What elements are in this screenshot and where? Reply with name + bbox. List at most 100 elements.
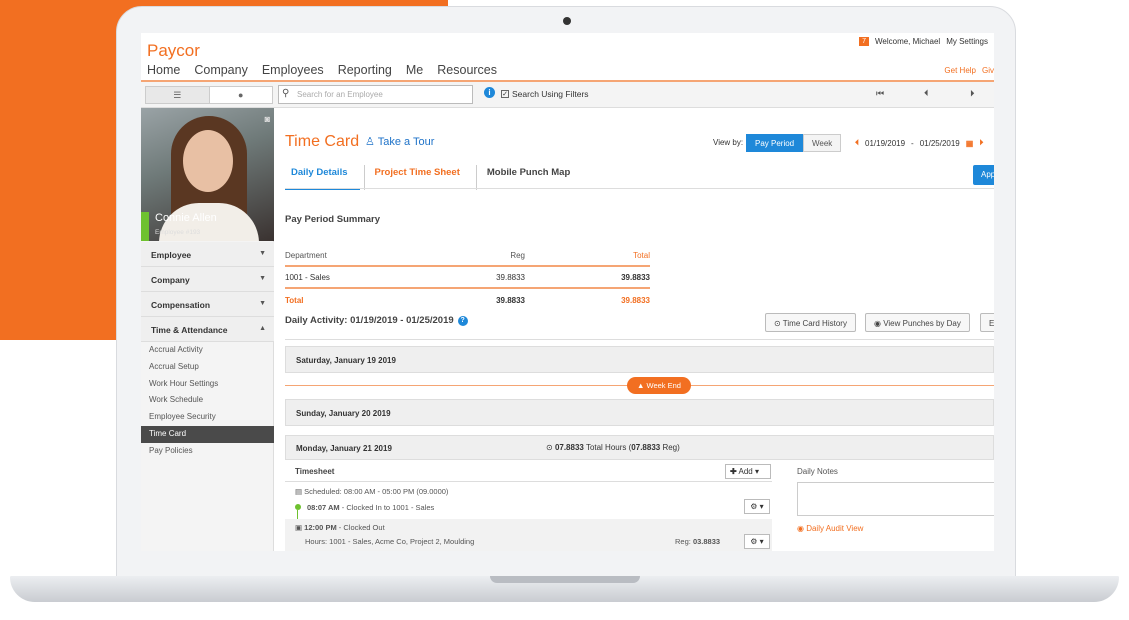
clock-icon: ⊙: [774, 319, 783, 328]
export-button[interactable]: E: [980, 313, 994, 332]
day-row-saturday[interactable]: Saturday, January 19 2019: [285, 346, 994, 373]
toolbar: ☰ ● Search for an Employee ⚲ i ✓ Search …: [141, 82, 994, 108]
sidebar-item-work-schedule[interactable]: Work Schedule: [141, 392, 274, 409]
give-feedback-link[interactable]: Giv: [982, 66, 994, 75]
cell-total: 39.8833: [621, 272, 650, 282]
search-filters-checkbox[interactable]: ✓ Search Using Filters: [501, 89, 589, 99]
daily-notes-label: Daily Notes: [797, 467, 838, 476]
calendar-icon: ▤: [295, 487, 305, 496]
daily-notes-input[interactable]: [797, 482, 994, 516]
clock-out-line: ▣ 12:00 PM - Clocked Out: [295, 523, 385, 532]
first-page-icon[interactable]: ⏮: [876, 88, 884, 99]
sidebar-item-pay-policies[interactable]: Pay Policies: [141, 443, 274, 460]
day-row-sunday[interactable]: Sunday, January 20 2019: [285, 399, 994, 426]
table-row: 1001 - Sales 39.8833 39.8833: [285, 267, 650, 289]
get-help-link[interactable]: Get Help: [944, 66, 976, 75]
view-by-label: View by:: [713, 138, 744, 147]
sidebar-section-company[interactable]: Company ▼: [141, 267, 274, 292]
day-row-monday[interactable]: Monday, January 21 2019 ⊙ 07.8833 Total …: [285, 435, 994, 460]
tab-mobile-punch-map[interactable]: Mobile Punch Map: [475, 165, 582, 190]
nav-home[interactable]: Home: [147, 63, 180, 77]
view-pay-period-button[interactable]: Pay Period: [746, 134, 804, 152]
user-bar: 7 Welcome, Michael My Settings: [859, 37, 988, 46]
employee-id: Employee #193: [155, 229, 201, 236]
checkbox-icon[interactable]: ✓: [501, 90, 509, 98]
my-settings-link[interactable]: My Settings: [946, 37, 988, 46]
notification-badge[interactable]: 7: [859, 37, 869, 46]
tab-project-time-sheet[interactable]: Project Time Sheet: [363, 165, 472, 190]
welcome-text: Welcome, Michael: [874, 37, 941, 46]
week-end-toggle[interactable]: ▲ Week End: [627, 377, 691, 394]
next-page-icon[interactable]: ⏵: [970, 88, 975, 99]
next-period-icon[interactable]: ⏵: [979, 138, 983, 148]
camera-icon: [563, 17, 571, 25]
chevron-up-icon: ▲: [637, 381, 647, 390]
calendar-icon[interactable]: ▦: [966, 139, 974, 148]
nav-employees[interactable]: Employees: [262, 63, 324, 77]
list-view-icon[interactable]: ☰: [146, 87, 210, 103]
monday-label: Monday, January 21 2019: [296, 444, 392, 453]
prev-page-icon[interactable]: ⏴: [924, 88, 929, 99]
page-title: Time Card: [285, 133, 360, 150]
gear-icon[interactable]: ⚙ ▾: [744, 534, 770, 549]
reg-value: Reg: 03.8833: [675, 537, 721, 546]
prev-period-icon[interactable]: ⏴: [855, 138, 859, 148]
view-week-button[interactable]: Week: [803, 134, 842, 152]
help-links: Get Help Giv: [944, 66, 994, 75]
photo-face: [183, 130, 233, 192]
daily-activity-title: Daily Activity: 01/19/2019 - 01/25/2019 …: [285, 315, 468, 326]
clock-in-line: 08:07 AM - Clocked In to 1001 - Sales: [307, 503, 435, 512]
status-indicator: [141, 212, 149, 241]
daily-audit-link[interactable]: ◉ Daily Audit View: [797, 524, 863, 533]
main-content: Time Card ♙ Take a Tour View by: Pay Per…: [275, 108, 994, 551]
eye-icon: ◉: [874, 319, 884, 328]
search-input[interactable]: Search for an Employee: [278, 85, 473, 104]
col-reg: Reg: [510, 250, 525, 260]
employee-photo: ◙ Connie Allen Employee #193: [141, 108, 274, 241]
nav-resources[interactable]: Resources: [437, 63, 497, 77]
take-tour-link[interactable]: ♙ Take a Tour: [365, 135, 434, 148]
chevron-down-icon: ▼: [259, 275, 266, 282]
col-total: Total: [633, 250, 650, 260]
view-punches-button[interactable]: ◉ View Punches by Day: [865, 313, 970, 332]
timesheet-divider: [285, 481, 772, 482]
table-total-row: Total 39.8833 39.8833: [285, 289, 650, 311]
sidebar-section-compensation[interactable]: Compensation ▼: [141, 292, 274, 317]
help-icon[interactable]: ?: [457, 315, 468, 326]
tab-daily-details[interactable]: Daily Details: [285, 165, 360, 190]
range-start: 01/19/2019: [865, 138, 906, 148]
sidebar-item-accrual-activity[interactable]: Accrual Activity: [141, 342, 274, 359]
tabs-divider: [285, 188, 994, 189]
cell-department: 1001 - Sales: [285, 272, 330, 282]
nav-reporting[interactable]: Reporting: [338, 63, 392, 77]
nav-me[interactable]: Me: [406, 63, 423, 77]
sidebar-section-time-attendance[interactable]: Time & Attendance ▲: [141, 317, 274, 342]
approve-button[interactable]: Appr: [973, 165, 994, 185]
sidebar-item-employee-security[interactable]: Employee Security: [141, 409, 274, 426]
sidebar-item-time-card[interactable]: Time Card: [141, 425, 274, 443]
sidebar: ◙ Connie Allen Employee #193 Employee ▼ C…: [141, 108, 274, 551]
eye-icon: ◉: [797, 524, 807, 533]
table-header: Department Reg Total: [285, 245, 650, 267]
range-separator: -: [911, 138, 914, 148]
camera-icon[interactable]: ◙: [265, 114, 270, 124]
activity-divider: [285, 339, 994, 340]
sidebar-item-accrual-setup[interactable]: Accrual Setup: [141, 359, 274, 376]
time-card-history-button[interactable]: ⊙ Time Card History: [765, 313, 856, 332]
laptop-notch: [490, 576, 640, 583]
view-toggle: ☰ ●: [145, 86, 273, 104]
search-filters-label: Search Using Filters: [512, 89, 589, 99]
total-total: 39.8833: [621, 295, 650, 305]
sidebar-item-work-hour-settings[interactable]: Work Hour Settings: [141, 376, 274, 393]
nav-company[interactable]: Company: [194, 63, 248, 77]
chevron-down-icon: ▼: [259, 250, 266, 257]
chevron-down-icon: ▼: [259, 300, 266, 307]
person-view-icon[interactable]: ●: [210, 87, 273, 103]
timesheet-panel: Timesheet ✚ Add ▾ ▤ Scheduled: 08:00 AM …: [285, 460, 772, 551]
app-screen: Paycor Home Company Employees Reporting …: [141, 33, 994, 551]
paycor-logo[interactable]: Paycor: [147, 41, 200, 61]
info-icon[interactable]: i: [484, 87, 495, 98]
sidebar-section-employee[interactable]: Employee ▼: [141, 242, 274, 267]
gear-icon[interactable]: ⚙ ▾: [744, 499, 770, 514]
add-button[interactable]: ✚ Add ▾: [725, 464, 771, 479]
